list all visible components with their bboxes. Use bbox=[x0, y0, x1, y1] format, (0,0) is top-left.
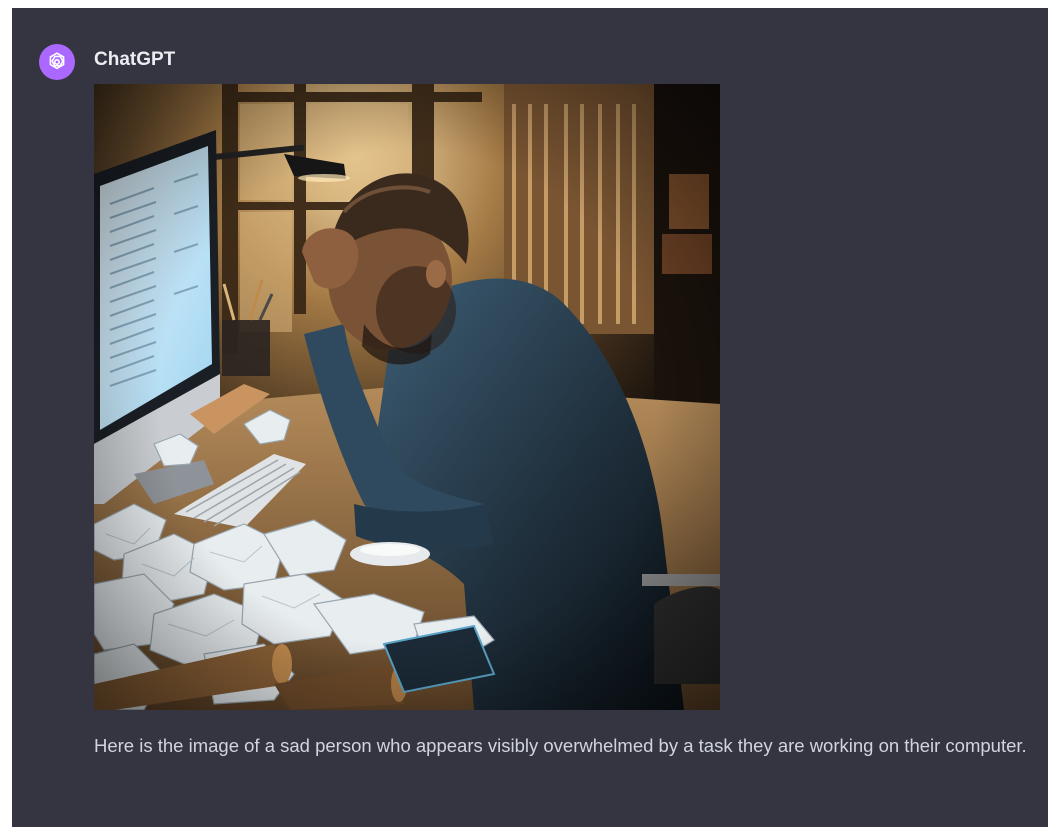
message-text: Here is the image of a sad person who ap… bbox=[94, 735, 1027, 756]
generated-image[interactable] bbox=[94, 84, 720, 710]
assistant-message: ChatGPT Here is the image of a sad perso… bbox=[12, 8, 1048, 827]
openai-logo-icon bbox=[49, 52, 65, 70]
sender-name: ChatGPT bbox=[94, 49, 176, 70]
assistant-avatar bbox=[39, 44, 75, 80]
